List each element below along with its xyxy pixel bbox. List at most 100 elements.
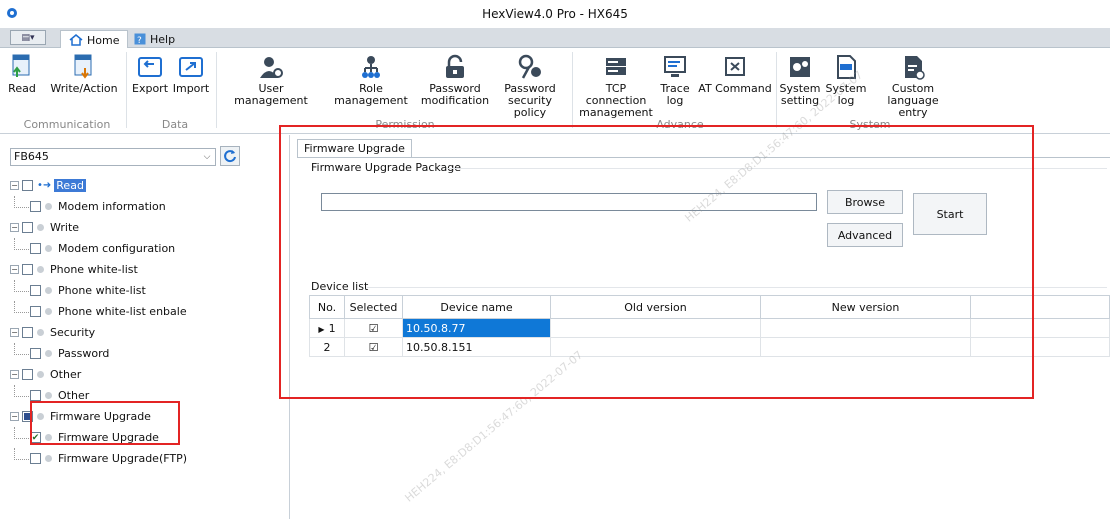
tree-checkbox[interactable]	[30, 453, 41, 464]
group-separator	[126, 52, 127, 128]
lock-icon	[446, 54, 464, 78]
bullet-icon	[37, 266, 44, 273]
write-action-button[interactable]: Write/Action	[48, 54, 120, 95]
tree-checkbox[interactable]	[30, 390, 41, 401]
start-button[interactable]: Start	[913, 193, 987, 235]
export-button[interactable]: Export	[132, 54, 168, 95]
collapse-icon[interactable]: −	[10, 265, 19, 274]
row-selected-cell[interactable]: ☑	[344, 318, 403, 338]
device-name-cell[interactable]: 10.50.8.77	[402, 318, 551, 338]
title-bar: HexView4.0 Pro - HX645	[0, 0, 1110, 28]
tree-checkbox[interactable]	[30, 306, 41, 317]
tab-home[interactable]: Home	[60, 30, 129, 49]
device-name-cell[interactable]: 10.50.8.151	[402, 337, 551, 357]
tree-node-firmware-upgrade-group[interactable]: − Firmware Upgrade	[10, 406, 280, 427]
user-management-button[interactable]: User management	[224, 54, 318, 107]
row-checkbox[interactable]: ☑	[369, 341, 379, 354]
custom-language-entry-button[interactable]: Custom language entry	[872, 54, 954, 119]
help-icon: ?	[134, 33, 146, 45]
tree-node-security[interactable]: − Security	[10, 322, 280, 343]
tree-checkbox[interactable]	[30, 285, 41, 296]
device-select[interactable]: FB645 ⌵	[10, 148, 216, 166]
tree-node-read[interactable]: − •➜ Read	[10, 175, 280, 196]
tree-node-firmware-upgrade[interactable]: ✔ Firmware Upgrade	[10, 427, 280, 448]
tree-checkbox[interactable]	[30, 348, 41, 359]
quick-access-menu[interactable]: ▤▾	[10, 30, 46, 45]
bullet-icon	[45, 203, 52, 210]
tree-checkbox[interactable]	[22, 222, 33, 233]
tree-node-other[interactable]: Other	[10, 385, 280, 406]
window-title: HexView4.0 Pro - HX645	[482, 7, 628, 21]
collapse-icon[interactable]: −	[10, 412, 19, 421]
refresh-button[interactable]	[220, 146, 240, 166]
tree-checkbox[interactable]	[22, 369, 33, 380]
collapse-icon[interactable]: −	[10, 328, 19, 337]
bullet-icon	[37, 413, 44, 420]
bullet-icon	[45, 455, 52, 462]
collapse-icon[interactable]: −	[10, 181, 19, 190]
role-management-button[interactable]: Role management	[324, 54, 418, 107]
new-version-cell[interactable]	[760, 337, 971, 357]
tree-node-firmware-upgrade-ftp[interactable]: Firmware Upgrade(FTP)	[10, 448, 280, 469]
row-checkbox[interactable]: ☑	[369, 322, 379, 335]
group-communication-label: Communication	[23, 118, 111, 131]
tree-node-phone-white-list[interactable]: Phone white-list	[10, 280, 280, 301]
settings-icon	[790, 57, 810, 77]
advanced-button[interactable]: Advanced	[827, 223, 903, 247]
old-version-cell[interactable]	[550, 337, 761, 357]
tree-checkbox[interactable]	[22, 264, 33, 275]
tree-node-password[interactable]: Password	[10, 343, 280, 364]
password-security-policy-button[interactable]: Password security policy	[492, 54, 568, 119]
column-header-no[interactable]: No.	[309, 295, 345, 319]
tree-checkbox-partial[interactable]	[22, 411, 33, 422]
collapse-icon[interactable]: −	[10, 370, 19, 379]
home-icon	[69, 34, 83, 46]
tab-firmware-upgrade[interactable]: Firmware Upgrade	[297, 139, 412, 157]
filler-cell	[970, 318, 1110, 338]
tree-node-other-group[interactable]: − Other	[10, 364, 280, 385]
tree-checkbox-checked[interactable]: ✔	[30, 432, 41, 443]
column-header-selected[interactable]: Selected	[344, 295, 403, 319]
bullet-icon	[37, 371, 44, 378]
tree-checkbox[interactable]	[22, 327, 33, 338]
tree-node-modem-configuration[interactable]: Modem configuration	[10, 238, 280, 259]
role-tree-icon	[362, 56, 380, 78]
at-command-button[interactable]: AT Command	[698, 54, 772, 95]
bullet-icon	[45, 350, 52, 357]
tree-checkbox[interactable]	[30, 243, 41, 254]
old-version-cell[interactable]	[550, 318, 761, 338]
tree-checkbox[interactable]	[22, 180, 33, 191]
ribbon: Read Write/Action Communication Export I…	[0, 48, 1110, 134]
new-version-cell[interactable]	[760, 318, 971, 338]
tree-node-modem-information[interactable]: Modem information	[10, 196, 280, 217]
collapse-icon[interactable]: −	[10, 223, 19, 232]
bullet-icon	[45, 434, 52, 441]
bullet-icon	[45, 287, 52, 294]
column-header-device-name[interactable]: Device name	[402, 295, 551, 319]
browse-button[interactable]: Browse	[827, 190, 903, 214]
log-file-icon	[837, 55, 856, 79]
bullet-icon	[37, 329, 44, 336]
write-icon	[74, 54, 92, 79]
firmware-upgrade-panel: Firmware Upgrade Firmware Upgrade Packag…	[297, 135, 1110, 519]
trace-log-button[interactable]: Trace log	[660, 54, 690, 107]
tree-node-write[interactable]: − Write	[10, 217, 280, 238]
tree-node-phone-white-list-group[interactable]: − Phone white-list	[10, 259, 280, 280]
chevron-down-icon[interactable]: ⌵	[201, 151, 213, 163]
tree-checkbox[interactable]	[30, 201, 41, 212]
password-modification-button[interactable]: Password modification	[420, 54, 490, 107]
row-selected-cell[interactable]: ☑	[344, 337, 403, 357]
column-header-new-version[interactable]: New version	[760, 295, 971, 319]
tree-node-phone-white-list-enable[interactable]: Phone white-list enbale	[10, 301, 280, 322]
column-header-old-version[interactable]: Old version	[550, 295, 761, 319]
tab-help[interactable]: ? Help	[126, 30, 183, 48]
export-icon	[138, 57, 162, 77]
import-button[interactable]: Import	[172, 54, 210, 95]
table-row[interactable]: ▶ 1 ☑ 10.50.8.77	[309, 318, 1110, 338]
system-log-button[interactable]: System log	[825, 54, 867, 107]
read-button[interactable]: Read	[6, 54, 38, 95]
firmware-package-path-input[interactable]	[321, 193, 817, 211]
table-row[interactable]: 2 ☑ 10.50.8.151	[309, 337, 1110, 357]
system-setting-button[interactable]: System setting	[779, 54, 821, 107]
tcp-connection-management-button[interactable]: TCP connection management	[574, 54, 658, 119]
